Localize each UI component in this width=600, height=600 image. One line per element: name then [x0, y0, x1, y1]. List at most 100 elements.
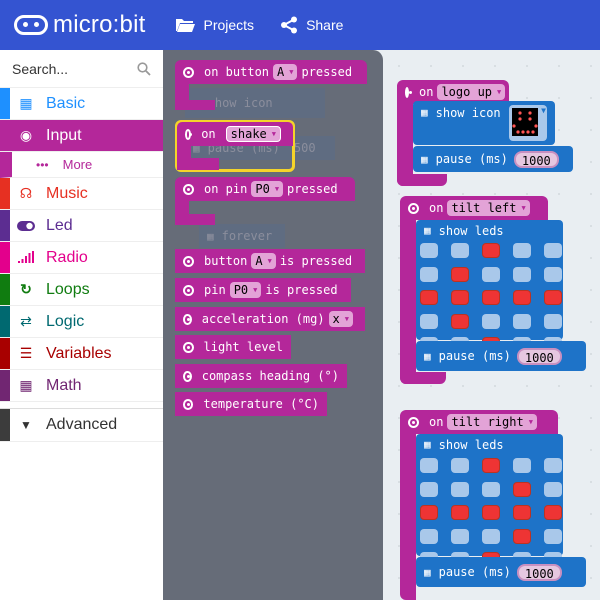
- led-cell[interactable]: [544, 266, 562, 282]
- pause-value-input[interactable]: 1000: [516, 347, 562, 365]
- share-icon: [281, 16, 298, 34]
- led-cell[interactable]: [513, 481, 531, 497]
- category-loops[interactable]: ↻ Loops: [0, 274, 163, 306]
- category-input[interactable]: ◉ Input: [0, 120, 163, 152]
- icon-preview: [512, 108, 538, 136]
- led-cell[interactable]: [451, 243, 469, 258]
- on-button-pressed-block[interactable]: on button A ▼ pressed: [175, 60, 367, 84]
- gesture-dropdown[interactable]: shake ▼: [225, 126, 281, 142]
- pin-dropdown[interactable]: P0 ▼: [251, 181, 284, 197]
- pause-block[interactable]: ▦ pause (ms) 1000: [413, 146, 573, 172]
- pause-value-input[interactable]: 1000: [516, 563, 562, 581]
- on-tilt-right-block[interactable]: on tilt right ▼: [400, 410, 558, 434]
- led-cell[interactable]: [420, 481, 438, 497]
- category-math[interactable]: ▦ Math: [0, 370, 163, 402]
- temperature-block[interactable]: temperature (°C): [175, 392, 327, 416]
- led-cell[interactable]: [482, 290, 500, 305]
- category-logic[interactable]: ⇄ Logic: [0, 306, 163, 338]
- led-cell[interactable]: [482, 243, 500, 258]
- compass-heading-block[interactable]: compass heading (°): [175, 364, 347, 388]
- pause-value-input[interactable]: 1000: [513, 150, 559, 168]
- led-cell[interactable]: [513, 313, 531, 329]
- workspace[interactable]: on logo up ▼ ▦ show icon ▼ ▦ pause (ms) 1…: [383, 50, 600, 600]
- category-advanced[interactable]: ▼ Advanced: [0, 408, 163, 442]
- led-cell[interactable]: [544, 243, 562, 258]
- category-color-bar: [0, 274, 10, 305]
- on-tilt-left-block[interactable]: on tilt left ▼: [400, 196, 548, 220]
- search-icon[interactable]: [137, 61, 151, 76]
- led-cell[interactable]: [451, 481, 469, 497]
- button-dropdown[interactable]: A ▼: [251, 253, 276, 269]
- led-cell[interactable]: [513, 290, 531, 305]
- led-cell[interactable]: [482, 505, 500, 520]
- led-cell[interactable]: [420, 266, 438, 282]
- led-cell[interactable]: [420, 243, 438, 258]
- led-cell[interactable]: [482, 266, 500, 282]
- led-cell[interactable]: [451, 505, 469, 520]
- category-color-bar: [0, 210, 10, 241]
- led-cell[interactable]: [451, 528, 469, 544]
- on-shake-block[interactable]: on shake ▼: [177, 122, 293, 146]
- led-cell[interactable]: [513, 243, 531, 258]
- share-button[interactable]: Share: [280, 16, 343, 34]
- button-is-pressed-block[interactable]: button A ▼ is pressed: [175, 249, 365, 273]
- led-cell[interactable]: [544, 458, 562, 473]
- led-cell[interactable]: [544, 313, 562, 329]
- calculator-icon: ▦: [19, 377, 33, 393]
- led-cell[interactable]: [420, 313, 438, 329]
- on-pin-pressed-block[interactable]: on pin P0 ▼ pressed: [175, 177, 355, 201]
- category-color-bar: [0, 88, 10, 119]
- gesture-dropdown[interactable]: tilt right ▼: [447, 414, 537, 430]
- led-cell[interactable]: [451, 313, 469, 329]
- pause-label: pause (ms): [435, 152, 508, 166]
- pause-block[interactable]: ▦ pause (ms) 1000: [416, 341, 586, 371]
- radio-button-icon: ◉: [19, 127, 33, 143]
- icon-picker[interactable]: ▼: [509, 105, 547, 141]
- led-cell[interactable]: [451, 458, 469, 473]
- show-icon-block[interactable]: ▦ show icon ▼: [413, 101, 555, 145]
- led-cell[interactable]: [482, 313, 500, 329]
- light-level-block[interactable]: light level: [175, 335, 291, 359]
- led-cell[interactable]: [420, 528, 438, 544]
- led-cell[interactable]: [544, 481, 562, 497]
- led-cell[interactable]: [513, 458, 531, 473]
- led-cell[interactable]: [544, 528, 562, 544]
- category-basic[interactable]: ▦ Basic: [0, 88, 163, 120]
- led-cell[interactable]: [420, 505, 438, 520]
- search-input[interactable]: Search...: [12, 61, 68, 77]
- pause-block[interactable]: ▦ pause (ms) 1000: [416, 557, 586, 587]
- led-cell[interactable]: [451, 290, 469, 305]
- pin-is-pressed-block[interactable]: pin P0 ▼ is pressed: [175, 278, 351, 302]
- led-cell[interactable]: [482, 481, 500, 497]
- category-music[interactable]: ☊ Music: [0, 178, 163, 210]
- input-icon: [408, 202, 419, 214]
- led-cell[interactable]: [544, 290, 562, 305]
- led-cell[interactable]: [513, 266, 531, 282]
- category-led[interactable]: Led: [0, 210, 163, 242]
- pin-dropdown[interactable]: P0 ▼: [229, 282, 262, 298]
- gesture-dropdown[interactable]: logo up ▼: [437, 84, 506, 100]
- category-radio[interactable]: Radio: [0, 242, 163, 274]
- led-cell[interactable]: [451, 266, 469, 282]
- block-label: button: [204, 254, 248, 268]
- led-cell[interactable]: [544, 505, 562, 520]
- projects-button[interactable]: Projects: [175, 17, 254, 33]
- led-cell[interactable]: [482, 458, 500, 473]
- led-cell[interactable]: [420, 458, 438, 473]
- led-cell[interactable]: [420, 290, 438, 305]
- block-flyout[interactable]: ▦ show icon ▦ pause (ms) 500 ▦ forever o…: [163, 50, 383, 600]
- category-input-more[interactable]: ••• More: [0, 152, 163, 178]
- search-box[interactable]: Search...: [0, 50, 163, 88]
- axis-dropdown[interactable]: x ▼: [328, 311, 353, 327]
- acceleration-block[interactable]: acceleration (mg) x ▼: [175, 307, 365, 331]
- led-cell[interactable]: [513, 505, 531, 520]
- input-icon: [183, 284, 194, 296]
- led-cell[interactable]: [513, 528, 531, 544]
- led-cell[interactable]: [482, 528, 500, 544]
- toggle-icon: [16, 218, 36, 234]
- toolbox: Search... ▦ Basic ◉ Input ••• More ☊ Mus…: [0, 50, 163, 600]
- gesture-dropdown[interactable]: tilt left ▼: [447, 200, 530, 216]
- button-dropdown[interactable]: A ▼: [273, 64, 298, 80]
- category-variables[interactable]: ☰ Variables: [0, 338, 163, 370]
- microbit-logo[interactable]: micro:bit: [14, 11, 145, 39]
